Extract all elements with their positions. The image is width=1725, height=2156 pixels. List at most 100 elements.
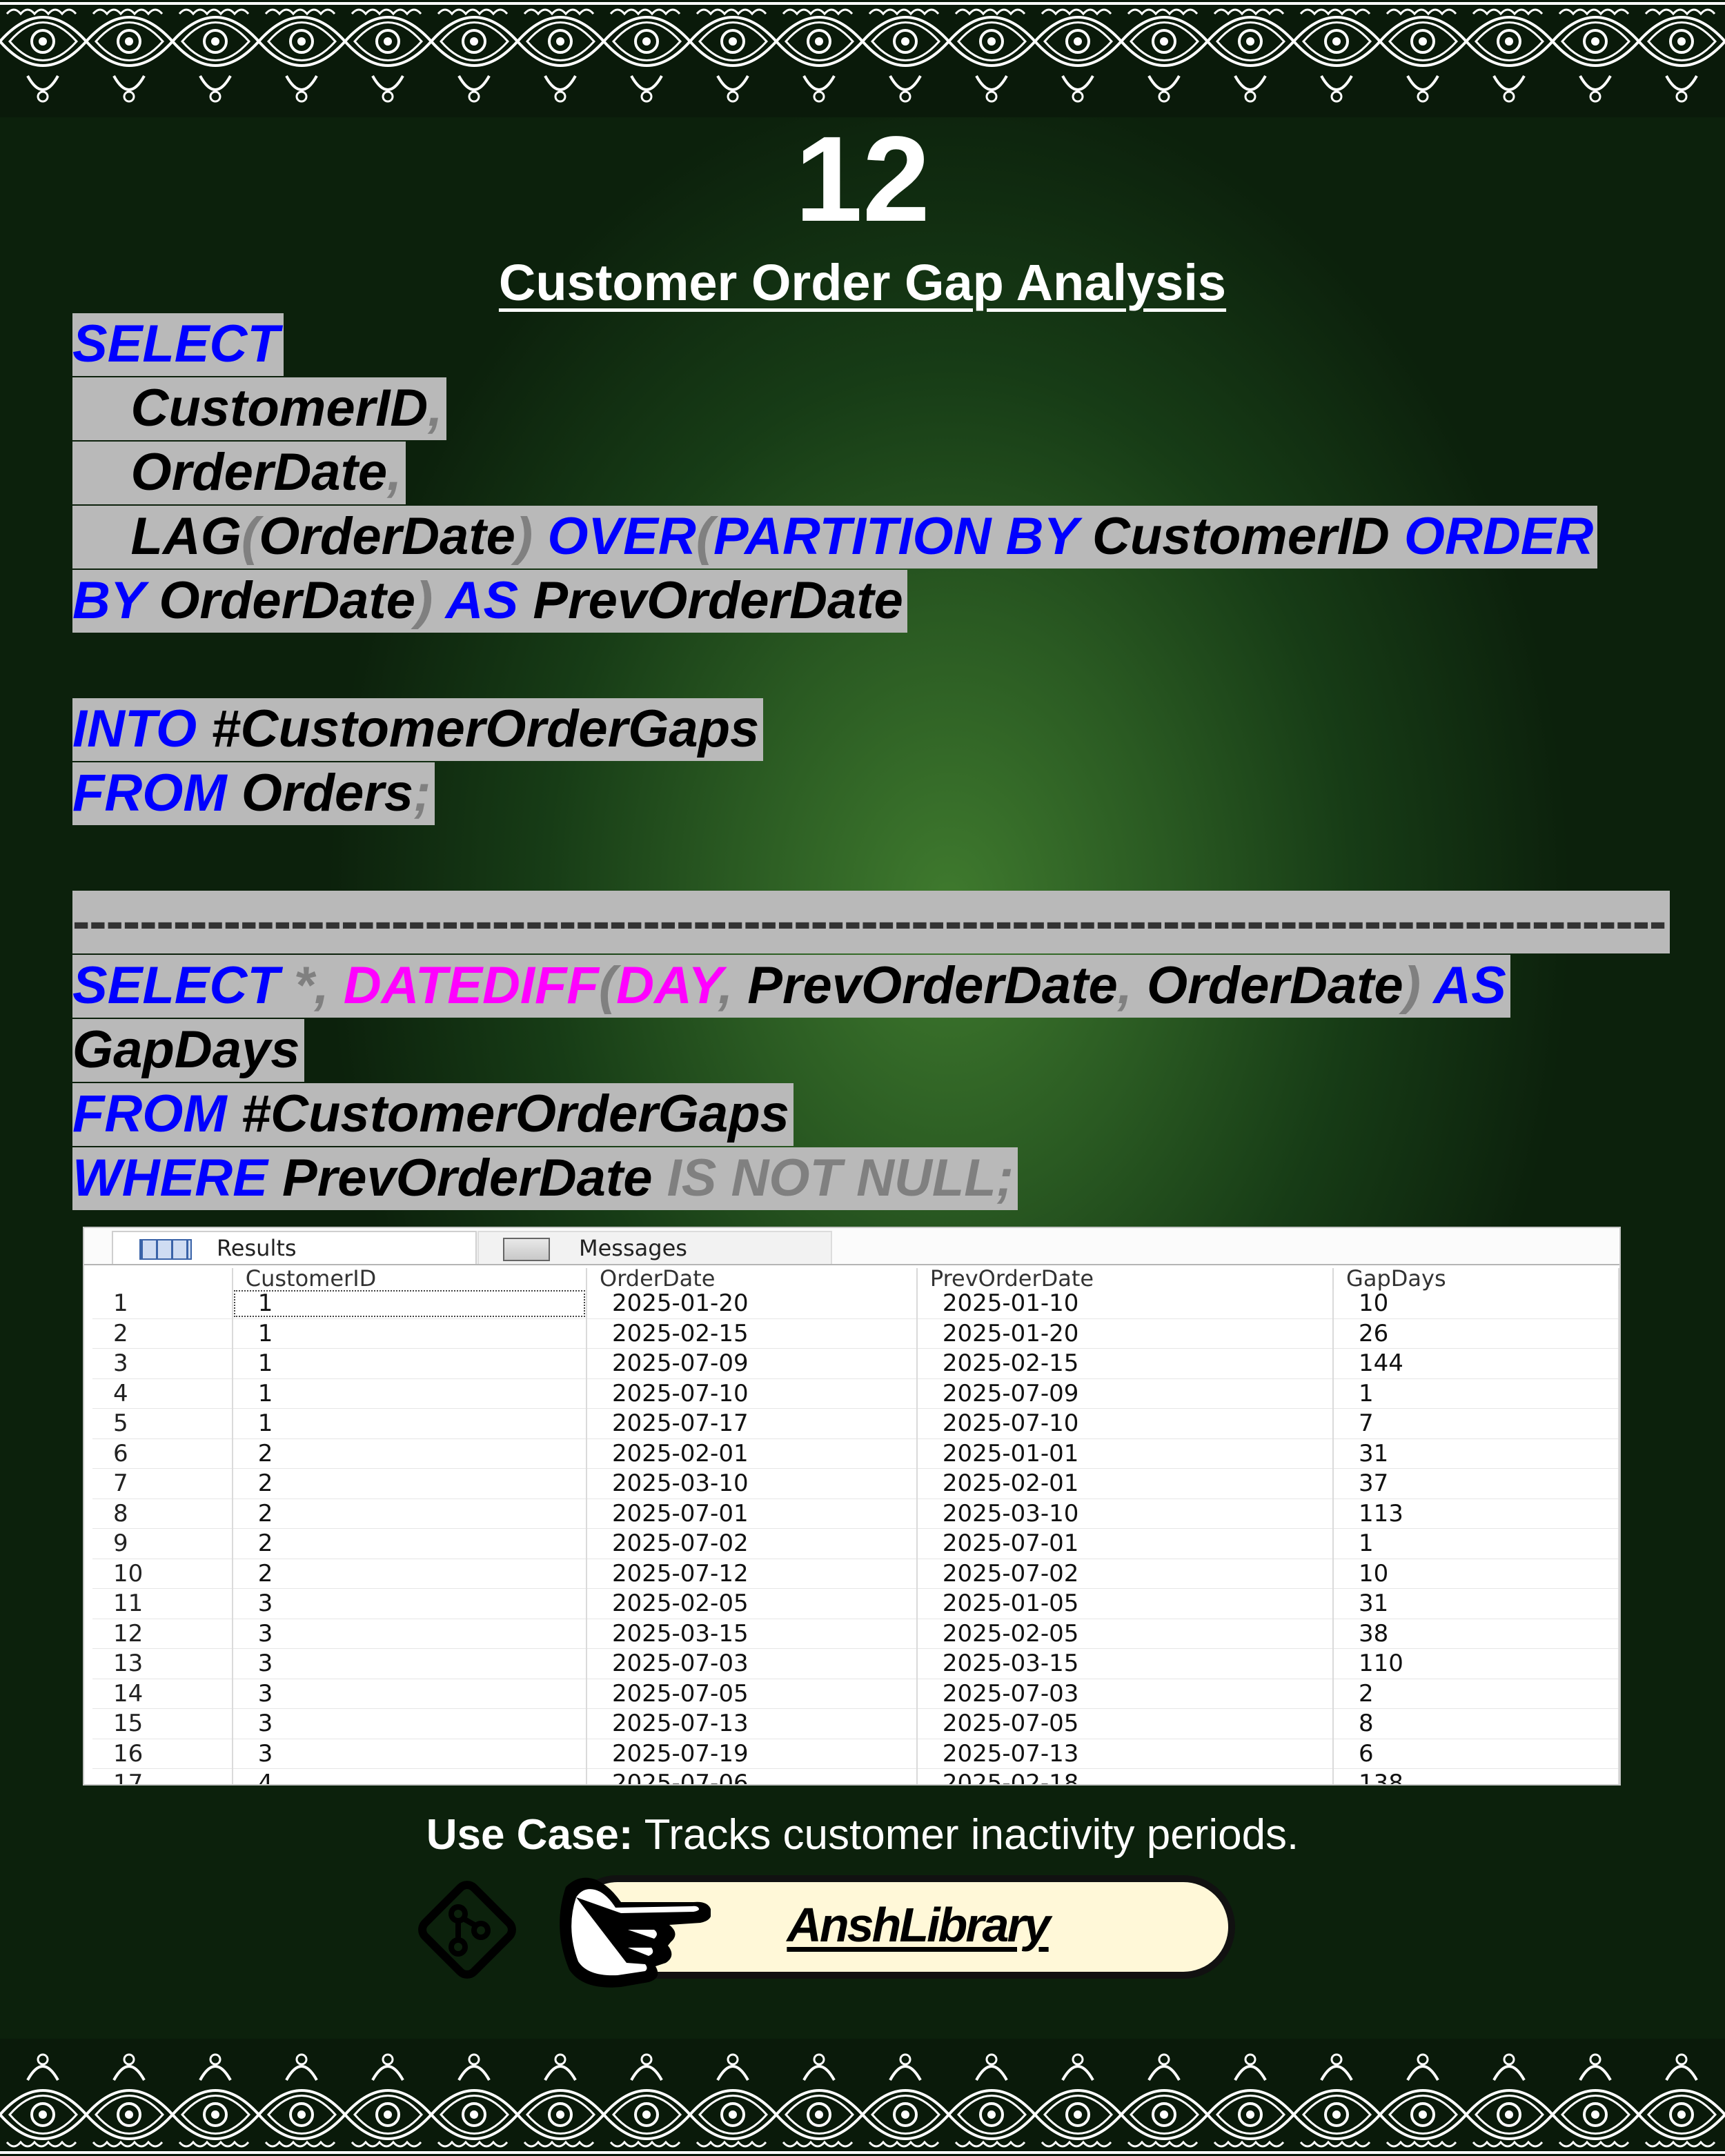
cell-customerid[interactable]: 2	[232, 1559, 588, 1589]
row-number[interactable]: 10	[92, 1559, 233, 1589]
row-number[interactable]: 6	[92, 1438, 233, 1469]
brand-link[interactable]: AnshLibrary	[738, 1890, 1097, 1959]
cell-customerid[interactable]: 3	[232, 1619, 588, 1649]
cell-gapdays[interactable]: 10	[1333, 1559, 1619, 1589]
cell-prevorderdate[interactable]: 2025-07-10	[916, 1408, 1334, 1439]
cell-orderdate[interactable]: 2025-03-15	[586, 1619, 918, 1649]
cell-customerid[interactable]: 1	[232, 1408, 588, 1439]
column-header-rownum[interactable]	[92, 1268, 233, 1289]
cell-orderdate[interactable]: 2025-07-09	[586, 1348, 918, 1379]
row-number[interactable]: 9	[92, 1528, 233, 1559]
tab-messages[interactable]: Messages	[477, 1231, 832, 1264]
cell-gapdays[interactable]: 144	[1333, 1348, 1619, 1379]
cell-gapdays[interactable]: 8	[1333, 1708, 1619, 1739]
column-header-prevorderdate[interactable]: PrevOrderDate	[916, 1267, 1334, 1289]
cell-customerid[interactable]: 2	[232, 1468, 588, 1499]
table-row[interactable]: 14 3 2025-07-05 2025-07-03 2	[92, 1679, 1619, 1709]
cell-gapdays[interactable]: 10	[1333, 1289, 1619, 1319]
table-row[interactable]: 13 3 2025-07-03 2025-03-15 110	[92, 1648, 1619, 1679]
row-number[interactable]: 5	[92, 1408, 233, 1439]
row-number[interactable]: 13	[92, 1648, 233, 1679]
cell-gapdays[interactable]: 31	[1333, 1588, 1619, 1619]
cell-customerid[interactable]: 1	[232, 1348, 588, 1379]
cell-gapdays[interactable]: 110	[1333, 1648, 1619, 1679]
cell-prevorderdate[interactable]: 2025-07-01	[916, 1528, 1334, 1559]
row-number[interactable]: 8	[92, 1499, 233, 1529]
cell-customerid[interactable]: 3	[232, 1739, 588, 1769]
table-row[interactable]: 3 1 2025-07-09 2025-02-15 144	[92, 1348, 1619, 1379]
cell-gapdays[interactable]: 2	[1333, 1679, 1619, 1709]
cell-customerid[interactable]: 3	[232, 1679, 588, 1709]
table-row[interactable]: 5 1 2025-07-17 2025-07-10 7	[92, 1408, 1619, 1439]
cell-gapdays[interactable]: 1	[1333, 1528, 1619, 1559]
cell-orderdate[interactable]: 2025-07-19	[586, 1739, 918, 1769]
cell-prevorderdate[interactable]: 2025-03-10	[916, 1499, 1334, 1529]
cell-customerid[interactable]: 2	[232, 1499, 588, 1529]
cell-prevorderdate[interactable]: 2025-03-15	[916, 1648, 1334, 1679]
cell-prevorderdate[interactable]: 2025-02-15	[916, 1348, 1334, 1379]
cell-customerid[interactable]: 2	[232, 1528, 588, 1559]
cell-orderdate[interactable]: 2025-02-05	[586, 1588, 918, 1619]
table-row[interactable]: 7 2 2025-03-10 2025-02-01 37	[92, 1468, 1619, 1499]
cell-orderdate[interactable]: 2025-07-17	[586, 1408, 918, 1439]
cell-prevorderdate[interactable]: 2025-01-20	[916, 1318, 1334, 1349]
row-number[interactable]: 11	[92, 1588, 233, 1619]
table-row[interactable]: 12 3 2025-03-15 2025-02-05 38	[92, 1619, 1619, 1649]
row-number[interactable]: 3	[92, 1348, 233, 1379]
table-row[interactable]: 1 1 2025-01-20 2025-01-10 10	[92, 1289, 1619, 1319]
cell-prevorderdate[interactable]: 2025-07-05	[916, 1708, 1334, 1739]
row-number[interactable]: 1	[92, 1289, 233, 1319]
column-header-gapdays[interactable]: GapDays	[1333, 1267, 1619, 1289]
row-number[interactable]: 15	[92, 1708, 233, 1739]
cell-customerid[interactable]: 4	[232, 1768, 588, 1784]
table-row[interactable]: 17 4 2025-07-06 2025-02-18 138	[92, 1768, 1619, 1784]
cell-orderdate[interactable]: 2025-01-20	[586, 1289, 918, 1319]
table-row[interactable]: 4 1 2025-07-10 2025-07-09 1	[92, 1378, 1619, 1409]
cell-orderdate[interactable]: 2025-03-10	[586, 1468, 918, 1499]
cell-orderdate[interactable]: 2025-07-01	[586, 1499, 918, 1529]
row-number[interactable]: 7	[92, 1468, 233, 1499]
table-row[interactable]: 2 1 2025-02-15 2025-01-20 26	[92, 1318, 1619, 1349]
cell-customerid[interactable]: 3	[232, 1648, 588, 1679]
cell-prevorderdate[interactable]: 2025-01-10	[916, 1289, 1334, 1319]
table-row[interactable]: 10 2 2025-07-12 2025-07-02 10	[92, 1559, 1619, 1589]
cell-orderdate[interactable]: 2025-07-03	[586, 1648, 918, 1679]
cell-customerid[interactable]: 1	[232, 1289, 588, 1319]
row-number[interactable]: 16	[92, 1739, 233, 1769]
cell-gapdays[interactable]: 113	[1333, 1499, 1619, 1529]
table-row[interactable]: 15 3 2025-07-13 2025-07-05 8	[92, 1708, 1619, 1739]
table-row[interactable]: 16 3 2025-07-19 2025-07-13 6	[92, 1739, 1619, 1769]
cell-gapdays[interactable]: 31	[1333, 1438, 1619, 1469]
cell-gapdays[interactable]: 38	[1333, 1619, 1619, 1649]
cell-prevorderdate[interactable]: 2025-07-03	[916, 1679, 1334, 1709]
table-row[interactable]: 8 2 2025-07-01 2025-03-10 113	[92, 1499, 1619, 1529]
cell-prevorderdate[interactable]: 2025-07-09	[916, 1378, 1334, 1409]
cell-orderdate[interactable]: 2025-07-05	[586, 1679, 918, 1709]
cell-customerid[interactable]: 3	[232, 1588, 588, 1619]
cell-gapdays[interactable]: 1	[1333, 1378, 1619, 1409]
cell-prevorderdate[interactable]: 2025-01-01	[916, 1438, 1334, 1469]
cell-orderdate[interactable]: 2025-02-01	[586, 1438, 918, 1469]
column-header-customerid[interactable]: CustomerID	[232, 1267, 588, 1289]
cell-orderdate[interactable]: 2025-07-06	[586, 1768, 918, 1784]
cell-orderdate[interactable]: 2025-07-13	[586, 1708, 918, 1739]
cell-gapdays[interactable]: 37	[1333, 1468, 1619, 1499]
tab-results[interactable]: Results	[112, 1231, 477, 1264]
table-row[interactable]: 6 2 2025-02-01 2025-01-01 31	[92, 1438, 1619, 1469]
cell-gapdays[interactable]: 6	[1333, 1739, 1619, 1769]
cell-prevorderdate[interactable]: 2025-02-01	[916, 1468, 1334, 1499]
cell-orderdate[interactable]: 2025-07-10	[586, 1378, 918, 1409]
table-row[interactable]: 9 2 2025-07-02 2025-07-01 1	[92, 1528, 1619, 1559]
cell-customerid[interactable]: 3	[232, 1708, 588, 1739]
row-number[interactable]: 2	[92, 1318, 233, 1349]
row-number[interactable]: 17	[92, 1768, 233, 1784]
cell-gapdays[interactable]: 26	[1333, 1318, 1619, 1349]
cell-prevorderdate[interactable]: 2025-02-18	[916, 1768, 1334, 1784]
cell-gapdays[interactable]: 138	[1333, 1768, 1619, 1784]
row-number[interactable]: 14	[92, 1679, 233, 1709]
cell-prevorderdate[interactable]: 2025-02-05	[916, 1619, 1334, 1649]
table-row[interactable]: 11 3 2025-02-05 2025-01-05 31	[92, 1588, 1619, 1619]
cell-prevorderdate[interactable]: 2025-01-05	[916, 1588, 1334, 1619]
cell-orderdate[interactable]: 2025-07-12	[586, 1559, 918, 1589]
cell-customerid[interactable]: 1	[232, 1378, 588, 1409]
